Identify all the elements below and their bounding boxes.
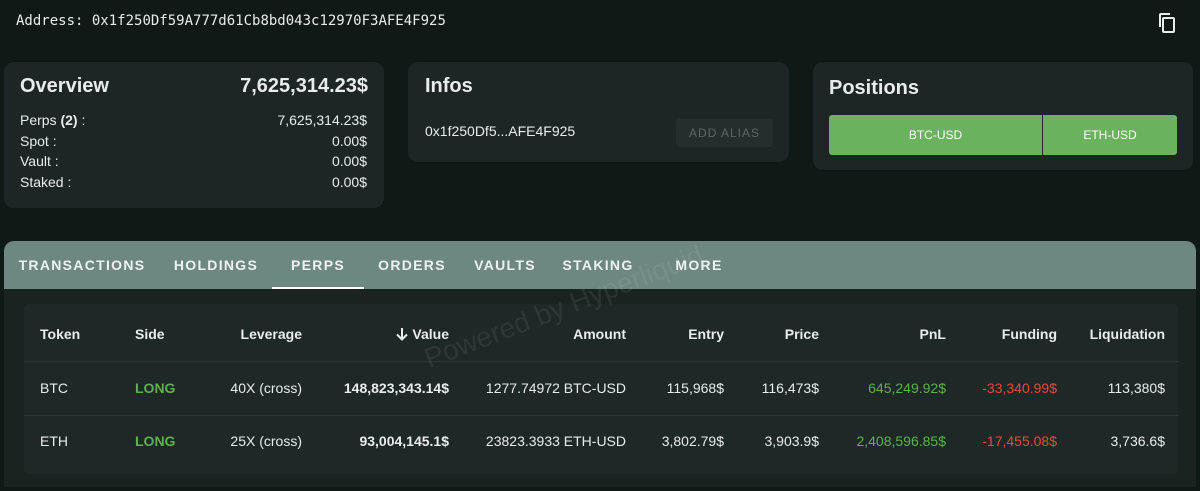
position-button-eth[interactable]: ETH-USD [1043,115,1177,155]
cell-entry: 115,968$ [666,380,724,396]
cell-value: 148,823,343.14$ [343,380,449,396]
divider [24,361,1178,362]
cell-price: 3,903.9$ [764,433,820,449]
tab-transactions[interactable]: TRANSACTIONS [4,241,160,289]
cell-price: 116,473$ [761,380,819,396]
short-address: 0x1f250Df5...AFE4F925 [425,123,576,139]
cell-pnl: 2,408,596.85$ [856,433,946,449]
header-side[interactable]: Side [135,326,165,342]
address-bar: Address: 0x1f250Df59A777d61Cb8bd043c1297… [0,0,1200,46]
cell-amount: 1277.74972 BTC-USD [485,380,626,396]
cell-value: 93,004,145.1$ [359,433,449,449]
add-alias-button[interactable]: ADD ALIAS [676,119,773,147]
overview-card: Overview 7,625,314.23$ Perps (2) : 7,625… [4,62,384,208]
overview-value: 0.00$ [331,174,367,190]
overview-value: 7,625,314.23$ [277,112,367,128]
cell-leverage: 40X (cross) [230,380,302,396]
overview-label: Spot : [20,133,57,149]
overview-value: 0.00$ [331,153,367,169]
header-entry[interactable]: Entry [624,326,724,342]
position-button-btc[interactable]: BTC-USD [829,115,1042,155]
overview-label: Perps (2) : [20,112,86,128]
cell-amount: 23823.3933 ETH-USD [485,433,626,449]
overview-total: 7,625,314.23$ [240,75,368,97]
cell-liquidation: 3,736.6$ [1110,433,1166,449]
arrow-down-icon [395,327,409,344]
overview-title: Overview [20,75,109,97]
header-liquidation[interactable]: Liquidation [1064,326,1165,342]
header-price[interactable]: Price [719,326,819,342]
address-text: Address: 0x1f250Df59A777d61Cb8bd043c1297… [16,13,446,29]
cell-entry: 3,802.79$ [661,433,724,449]
page: Address: 0x1f250Df59A777d61Cb8bd043c1297… [0,0,1200,491]
cell-liquidation: 113,380$ [1107,380,1165,396]
cell-funding: -33,340.99$ [982,380,1057,396]
copy-icon[interactable] [1155,11,1179,35]
infos-title: Infos [425,75,473,97]
overview-label: Staked : [20,174,72,190]
cell-funding: -17,455.08$ [982,433,1057,449]
header-token[interactable]: Token [40,326,80,342]
tab-vaults[interactable]: VAULTS [460,241,550,289]
divider [24,415,1178,416]
perps-panel: Token Side Leverage Value Amount Entry P… [4,289,1196,487]
header-leverage[interactable]: Leverage [202,326,302,342]
address-value: 0x1f250Df59A777d61Cb8bd043c12970F3AFE4F9… [91,13,446,29]
cell-side: LONG [135,433,176,449]
cell-token: ETH [40,433,68,449]
tab-perps[interactable]: PERPS [272,241,364,289]
header-pnl[interactable]: PnL [846,326,946,342]
overview-label: Vault : [20,153,59,169]
address-label: Address: [16,13,84,29]
tab-orders[interactable]: ORDERS [364,241,460,289]
infos-card: Infos 0x1f250Df5...AFE4F925 ADD ALIAS [408,62,789,162]
positions-card: Positions BTC-USD ETH-USD [813,62,1193,170]
header-funding[interactable]: Funding [957,326,1057,342]
cell-token: BTC [40,380,68,396]
cell-pnl: 645,249.92$ [868,380,946,396]
tab-holdings[interactable]: HOLDINGS [160,241,272,289]
positions-title: Positions [829,77,920,99]
overview-value: 0.00$ [331,133,367,149]
cell-side: LONG [135,380,176,396]
positions-table: Token Side Leverage Value Amount Entry P… [24,304,1178,474]
cell-leverage: 25X (cross) [230,433,302,449]
